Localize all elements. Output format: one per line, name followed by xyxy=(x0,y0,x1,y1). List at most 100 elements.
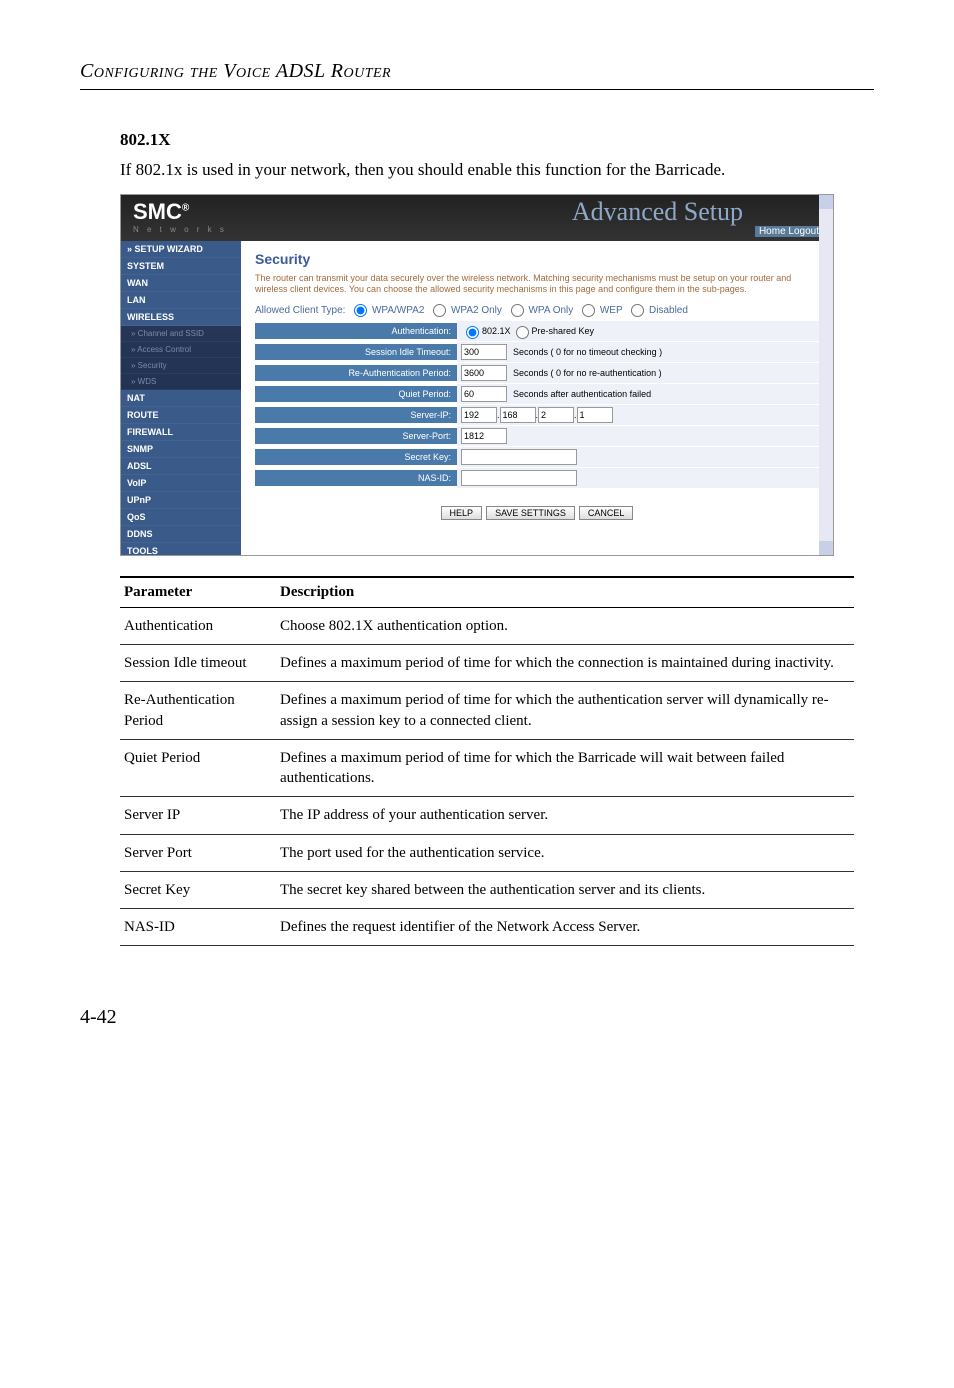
sidebar-item[interactable]: » SETUP WIZARD xyxy=(121,241,241,258)
client-type-radio[interactable] xyxy=(354,304,367,317)
th-description: Description xyxy=(276,577,854,608)
form-input[interactable] xyxy=(461,386,507,402)
param-desc: The secret key shared between the authen… xyxy=(276,871,854,908)
page-number: 4-42 xyxy=(80,1006,874,1029)
sidebar-item[interactable]: QoS xyxy=(121,509,241,526)
ss-logo-text: SMC xyxy=(133,199,182,224)
ss-logo-sup: ® xyxy=(182,202,189,213)
table-row: Server IPThe IP address of your authenti… xyxy=(120,797,854,834)
table-row: Secret KeyThe secret key shared between … xyxy=(120,871,854,908)
param-name: Quiet Period xyxy=(120,739,276,797)
ss-nas-id-input[interactable] xyxy=(461,470,577,486)
sidebar-item[interactable]: » Security xyxy=(121,358,241,374)
ss-ip-3[interactable] xyxy=(577,407,613,423)
sidebar-item[interactable]: ROUTE xyxy=(121,407,241,424)
param-name: Session Idle timeout xyxy=(120,645,276,682)
client-type-label: WPA/WPA2 xyxy=(369,305,427,316)
client-type-label: WPA2 Only xyxy=(448,305,505,316)
param-desc: The port used for the authentication ser… xyxy=(276,834,854,871)
ss-auth-8021x-radio[interactable] xyxy=(466,326,479,339)
sidebar-item[interactable]: SNMP xyxy=(121,441,241,458)
intro-text: If 802.1x is used in your network, then … xyxy=(120,158,854,182)
sidebar-item[interactable]: DDNS xyxy=(121,526,241,543)
ss-auth-psk-radio[interactable] xyxy=(516,326,529,339)
param-desc: Defines a maximum period of time for whi… xyxy=(276,645,854,682)
ss-ip-2[interactable] xyxy=(538,407,574,423)
sidebar-item[interactable]: WIRELESS xyxy=(121,309,241,326)
table-row: Session Idle timeoutDefines a maximum pe… xyxy=(120,645,854,682)
param-desc: Defines a maximum period of time for whi… xyxy=(276,739,854,797)
ss-allowed-row: Allowed Client Type: WPA/WPA2 WPA2 Only … xyxy=(255,304,819,317)
sidebar-item[interactable]: LAN xyxy=(121,292,241,309)
param-name: Authentication xyxy=(120,607,276,644)
sidebar-item[interactable]: SYSTEM xyxy=(121,258,241,275)
param-name: Server IP xyxy=(120,797,276,834)
sidebar-item[interactable]: ADSL xyxy=(121,458,241,475)
ss-server-port-label: Server-Port: xyxy=(255,428,457,444)
ss-auth-field: 802.1X Pre-shared Key xyxy=(457,321,819,341)
sidebar-item[interactable]: UPnP xyxy=(121,492,241,509)
form-field: Seconds ( 0 for no timeout checking ) xyxy=(457,342,819,362)
param-desc: The IP address of your authentication se… xyxy=(276,797,854,834)
ss-main: Security The router can transmit your da… xyxy=(241,241,833,555)
ss-server-ip-field: . . . xyxy=(457,405,819,425)
ss-auth-opt1: 802.1X xyxy=(482,326,511,336)
table-row: AuthenticationChoose 802.1X authenticati… xyxy=(120,607,854,644)
ss-form: Authentication: 802.1X Pre-shared Key Se… xyxy=(255,321,819,488)
param-name: Re-Authentication Period xyxy=(120,682,276,740)
ss-scrollbar[interactable] xyxy=(819,195,833,555)
sidebar-item[interactable]: » Access Control xyxy=(121,342,241,358)
client-type-radio[interactable] xyxy=(631,304,644,317)
sidebar-item[interactable]: WAN xyxy=(121,275,241,292)
section-title: 802.1X xyxy=(120,130,874,150)
sidebar-item[interactable]: VoIP xyxy=(121,475,241,492)
ss-main-desc: The router can transmit your data secure… xyxy=(255,273,819,296)
form-label: Re-Authentication Period: xyxy=(255,365,457,381)
sidebar-item[interactable]: TOOLS xyxy=(121,543,241,555)
ss-server-port-input[interactable] xyxy=(461,428,507,444)
ss-server-ip-label: Server-IP: xyxy=(255,407,457,423)
ss-topbar: SMC® N e t w o r k s Advanced Setup Home… xyxy=(121,195,833,241)
parameter-table: Parameter Description AuthenticationChoo… xyxy=(120,576,854,947)
page-header: Configuring the Voice ADSL Router xyxy=(80,60,874,90)
save-settings-button[interactable]: SAVE SETTINGS xyxy=(486,506,575,520)
ss-auth-label: Authentication: xyxy=(255,323,457,339)
param-name: Secret Key xyxy=(120,871,276,908)
form-field: Seconds after authentication failed xyxy=(457,384,819,404)
ss-secret-key-label: Secret Key: xyxy=(255,449,457,465)
client-type-radio[interactable] xyxy=(511,304,524,317)
sidebar-item[interactable]: » Channel and SSID xyxy=(121,326,241,342)
form-input[interactable] xyxy=(461,365,507,381)
form-hint: Seconds ( 0 for no timeout checking ) xyxy=(513,347,662,357)
form-input[interactable] xyxy=(461,344,507,360)
ss-ip-1[interactable] xyxy=(500,407,536,423)
param-desc: Choose 802.1X authentication option. xyxy=(276,607,854,644)
ss-logo: SMC® xyxy=(133,199,189,225)
param-name: NAS-ID xyxy=(120,909,276,946)
ss-ip-0[interactable] xyxy=(461,407,497,423)
client-type-label: WPA Only xyxy=(526,305,576,316)
ss-logo-sub: N e t w o r k s xyxy=(133,225,227,234)
table-row: Quiet PeriodDefines a maximum period of … xyxy=(120,739,854,797)
th-parameter: Parameter xyxy=(120,577,276,608)
form-hint: Seconds ( 0 for no re-authentication ) xyxy=(513,368,662,378)
client-type-label: WEP xyxy=(597,305,625,316)
table-row: NAS-IDDefines the request identifier of … xyxy=(120,909,854,946)
client-type-radio[interactable] xyxy=(582,304,595,317)
sidebar-item[interactable]: FIREWALL xyxy=(121,424,241,441)
ss-advanced-title: Advanced Setup xyxy=(572,197,743,227)
param-desc: Defines the request identifier of the Ne… xyxy=(276,909,854,946)
ss-auth-opt2: Pre-shared Key xyxy=(532,326,595,336)
form-label: Quiet Period: xyxy=(255,386,457,402)
ss-main-title: Security xyxy=(255,251,819,267)
cancel-button[interactable]: CANCEL xyxy=(579,506,634,520)
ss-home-logout[interactable]: Home Logout xyxy=(755,226,823,237)
ss-buttons: HELPSAVE SETTINGS CANCEL xyxy=(255,506,819,520)
ss-secret-key-input[interactable] xyxy=(461,449,577,465)
client-type-radio[interactable] xyxy=(433,304,446,317)
client-type-label: Disabled xyxy=(646,305,688,316)
sidebar-item[interactable]: » WDS xyxy=(121,374,241,390)
help-button[interactable]: HELP xyxy=(441,506,483,520)
table-row: Re-Authentication PeriodDefines a maximu… xyxy=(120,682,854,740)
sidebar-item[interactable]: NAT xyxy=(121,390,241,407)
